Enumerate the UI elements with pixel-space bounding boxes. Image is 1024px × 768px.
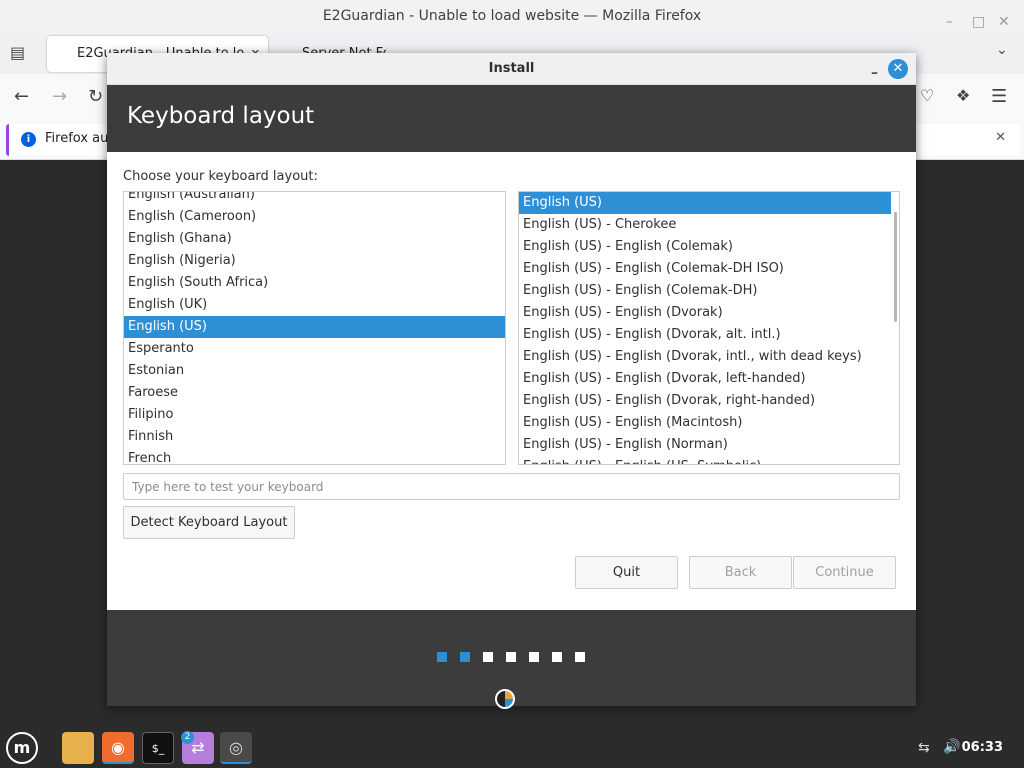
layout-list-item[interactable]: English (Cameroon): [124, 206, 505, 228]
layout-list-item[interactable]: Finnish: [124, 426, 505, 448]
step-dot: [506, 652, 516, 662]
variant-list-item[interactable]: English (US) - English (Norman): [519, 434, 891, 456]
layout-list-item[interactable]: French: [124, 448, 505, 464]
chevron-down-icon[interactable]: ⌄: [996, 42, 1008, 58]
notification-text: Firefox au: [45, 131, 109, 146]
variant-list-item[interactable]: English (US) - English (Macintosh): [519, 412, 891, 434]
window-title: E2Guardian - Unable to load website — Mo…: [322, 8, 702, 24]
variant-list-item[interactable]: English (US) - English (Colemak-DH ISO): [519, 258, 891, 280]
step-dot: [575, 652, 585, 662]
layout-prompt: Choose your keyboard layout:: [123, 169, 318, 184]
quit-button[interactable]: Quit: [575, 556, 678, 589]
step-dot: [529, 652, 539, 662]
variant-list-item[interactable]: English (US) - English (Colemak): [519, 236, 891, 258]
layout-list-item[interactable]: Filipino: [124, 404, 505, 426]
layout-rows: English (Australian) English (Cameroon) En…: [124, 192, 505, 464]
mint-menu-icon[interactable]: m: [6, 732, 38, 764]
variant-list-item[interactable]: English (US) - English (US, Symbolic): [519, 456, 891, 464]
layout-list-item[interactable]: Faroese: [124, 382, 505, 404]
variant-rows: English (US) English (US) - Cherokee Engli…: [519, 192, 891, 464]
info-icon: i: [21, 132, 36, 147]
tab-list-icon[interactable]: ▤: [10, 43, 25, 62]
dialog-titlebar: Install – ✕: [107, 53, 916, 85]
clock[interactable]: 06:33: [962, 740, 1003, 755]
dialog-header: Keyboard layout: [107, 85, 916, 152]
continue-button[interactable]: Continue: [793, 556, 896, 589]
layout-list-item[interactable]: Estonian: [124, 360, 505, 382]
variant-list-item[interactable]: English (US) - Cherokee: [519, 214, 891, 236]
variant-list-item[interactable]: English (US): [519, 192, 891, 214]
keyboard-test-input[interactable]: [123, 473, 900, 500]
layout-list-item[interactable]: Esperanto: [124, 338, 505, 360]
layout-list-item[interactable]: English (Nigeria): [124, 250, 505, 272]
loading-spinner-icon: [495, 689, 515, 709]
detect-layout-button[interactable]: Detect Keyboard Layout: [123, 506, 295, 539]
variant-list-item[interactable]: English (US) - English (Dvorak, alt. int…: [519, 324, 891, 346]
file-manager-icon[interactable]: [62, 732, 94, 764]
step-dot: [437, 652, 447, 662]
variant-list-item[interactable]: English (US) - English (Dvorak, left-han…: [519, 368, 891, 390]
forward-arrow-icon[interactable]: →: [52, 86, 67, 107]
notification-badge: 2: [181, 731, 194, 744]
step-dot: [552, 652, 562, 662]
installer-disc-icon[interactable]: ◎: [220, 732, 252, 764]
back-button[interactable]: Back: [689, 556, 792, 589]
layout-list[interactable]: English (Australian) English (Cameroon) En…: [123, 191, 506, 465]
variant-list-item[interactable]: English (US) - English (Dvorak, intl., w…: [519, 346, 891, 368]
network-icon[interactable]: ⇆: [918, 740, 930, 756]
dialog-title: Install: [488, 61, 535, 76]
dialog-close-icon[interactable]: ✕: [888, 59, 908, 79]
pocket-icon[interactable]: ♡: [920, 86, 934, 105]
layout-list-item[interactable]: English (South Africa): [124, 272, 505, 294]
page-title: Keyboard layout: [127, 103, 315, 129]
extensions-icon[interactable]: ❖: [956, 86, 970, 105]
variant-list-item[interactable]: English (US) - English (Dvorak): [519, 302, 891, 324]
terminal-icon[interactable]: $_: [142, 732, 174, 764]
browser-titlebar: E2Guardian - Unable to load website — Mo…: [0, 0, 1024, 34]
variant-list[interactable]: English (US) English (US) - Cherokee Engli…: [518, 191, 900, 465]
menu-icon[interactable]: ☰: [991, 86, 1007, 107]
notification-close-icon[interactable]: ✕: [995, 130, 1006, 145]
variant-list-item[interactable]: English (US) - English (Colemak-DH): [519, 280, 891, 302]
volume-icon[interactable]: 🔊: [943, 739, 960, 755]
firefox-icon[interactable]: ◉: [102, 732, 134, 764]
back-arrow-icon[interactable]: ←: [14, 86, 29, 107]
dialog-footer: [107, 610, 916, 709]
layout-list-item[interactable]: English (US): [124, 316, 505, 338]
layout-list-item[interactable]: English (Australian): [124, 192, 505, 206]
step-dot: [460, 652, 470, 662]
variant-scrollbar[interactable]: [894, 212, 897, 322]
reload-icon[interactable]: ↻: [88, 86, 103, 107]
step-dot: [483, 652, 493, 662]
layout-list-item[interactable]: English (UK): [124, 294, 505, 316]
taskbar: m ◉ $_ ⇄ 2 ◎ ⇆ 🔊 06:33: [0, 728, 1024, 768]
variant-list-item[interactable]: English (US) - English (Dvorak, right-ha…: [519, 390, 891, 412]
layout-list-item[interactable]: English (Ghana): [124, 228, 505, 250]
install-dialog: Install – ✕ Keyboard layout Choose your …: [107, 53, 916, 709]
